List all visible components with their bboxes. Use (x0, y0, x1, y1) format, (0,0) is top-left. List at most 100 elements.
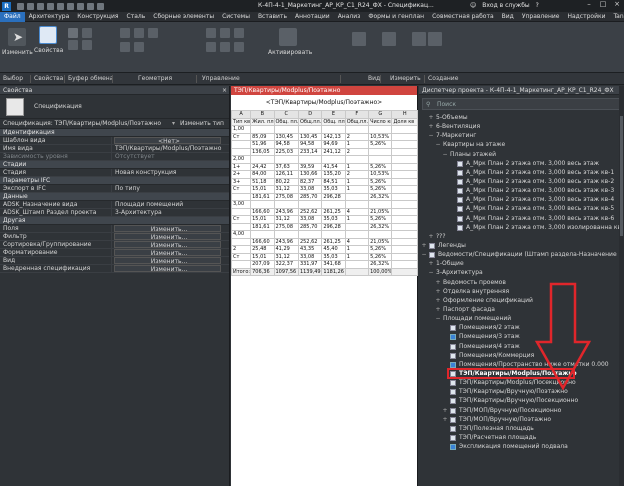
browser-item[interactable]: Помещения/2 этаж (419, 323, 624, 332)
table-cell[interactable]: 3,00 (230, 200, 252, 209)
table-cell[interactable]: Общ. пл. (273, 117, 299, 126)
table-cell[interactable] (391, 207, 418, 216)
edit-button[interactable]: Изменить... (114, 257, 221, 264)
table-cell[interactable]: 35,03 (321, 215, 346, 224)
browser-item[interactable]: ТЭП/Квартиры/Вручную/Поэтажно (419, 387, 624, 396)
table-cell[interactable] (344, 125, 370, 134)
property-value[interactable]: Новая конструкция (112, 169, 229, 176)
table-cell[interactable]: 35,03 (321, 252, 346, 261)
table-cell[interactable] (250, 125, 275, 134)
table-cell[interactable]: E (321, 110, 346, 119)
browser-item[interactable]: ТЭП/Расчетная площадь (419, 433, 624, 442)
table-cell[interactable]: 94,58 (273, 140, 299, 149)
table-cell[interactable]: 82,37 (297, 177, 323, 186)
property-group[interactable]: Стадии (0, 161, 229, 169)
expand-icon[interactable]: + (428, 122, 434, 131)
table-cell[interactable]: 1 (344, 162, 370, 171)
tab-12[interactable]: Управление (518, 12, 564, 22)
table-cell[interactable]: 5,26% (368, 185, 393, 194)
table-cell[interactable]: 2 (344, 147, 370, 156)
browser-item[interactable]: А_Мрк План 2 этажа отм. 3,000 весь этаж … (419, 186, 624, 195)
properties-button[interactable]: Свойства (34, 26, 63, 54)
property-group[interactable]: Данные (0, 193, 229, 201)
table-cell[interactable] (321, 125, 346, 134)
table-cell[interactable]: 31,12 (273, 215, 299, 224)
table-cell[interactable]: 181,61 (250, 192, 275, 201)
create-icon[interactable] (412, 32, 426, 46)
expand-icon[interactable]: + (435, 287, 441, 296)
browser-scrollbar[interactable] (619, 86, 624, 486)
table-cell[interactable]: 136,05 (250, 147, 275, 156)
table-cell[interactable] (391, 125, 418, 134)
table-cell[interactable]: C (273, 110, 299, 119)
table-cell[interactable] (321, 200, 346, 209)
table-cell[interactable]: 2+ (230, 170, 252, 179)
table-cell[interactable] (321, 155, 346, 164)
property-value[interactable]: Площади помещений (112, 201, 229, 208)
table-cell[interactable]: 1 (344, 140, 370, 149)
cut-icon[interactable] (68, 40, 78, 50)
tab-7[interactable]: Аннотации (291, 12, 334, 22)
table-cell[interactable] (391, 237, 418, 246)
expand-icon[interactable]: + (442, 406, 448, 415)
browser-item[interactable]: + Легенды (419, 241, 624, 250)
expand-icon[interactable]: + (421, 241, 427, 250)
chevron-down-icon[interactable]: ▾ (172, 119, 175, 129)
table-cell[interactable] (297, 230, 323, 239)
move-icon[interactable] (206, 28, 216, 38)
table-cell[interactable] (230, 222, 252, 231)
browser-item[interactable]: −7-Маркетинг (419, 131, 624, 140)
tab-9[interactable]: Формы и генплан (364, 12, 428, 22)
browser-item[interactable]: + Оформление спецификаций (419, 296, 624, 305)
table-cell[interactable]: 15,01 (250, 215, 275, 224)
table-cell[interactable] (273, 230, 299, 239)
browser-item[interactable]: − Площади помещений (419, 314, 624, 323)
table-cell[interactable]: 26,32% (368, 192, 393, 201)
browser-item[interactable]: +5-Объемы (419, 113, 624, 122)
table-cell[interactable]: 1 (344, 185, 370, 194)
table-cell[interactable]: 241,12 (321, 147, 346, 156)
browser-item[interactable]: +??? (419, 232, 624, 241)
browser-item[interactable]: + Ведомость проемов (419, 278, 624, 287)
browser-item[interactable]: ТЭП/Квартиры/Modplus/Посекционно (419, 378, 624, 387)
browser-item[interactable]: Помещения/Коммерция (419, 351, 624, 360)
collapse-icon[interactable]: − (428, 268, 434, 277)
table-cell[interactable] (273, 155, 299, 164)
table-cell[interactable]: 33,08 (297, 215, 323, 224)
table-cell[interactable]: Число ква (368, 117, 393, 126)
table-cell[interactable] (391, 215, 418, 224)
table-cell[interactable]: 4,00 (230, 230, 252, 239)
browser-item[interactable]: А_Мрк План 2 этажа отм. 3,000 весь этаж … (419, 204, 624, 213)
table-cell[interactable]: 21,05% (368, 237, 393, 246)
browser-item[interactable]: + Отделка внутренняя (419, 287, 624, 296)
table-cell[interactable]: 25,48 (250, 245, 275, 254)
table-cell[interactable]: 21,05% (368, 207, 393, 216)
table-cell[interactable]: Ст (230, 215, 252, 224)
table-cell[interactable]: 31,12 (273, 252, 299, 261)
table-cell[interactable] (391, 185, 418, 194)
tab-11[interactable]: Вид (498, 12, 518, 22)
browser-item[interactable]: Помещения/4 этаж (419, 342, 624, 351)
table-cell[interactable]: 166,60 (250, 207, 275, 216)
table-cell[interactable]: 4 (344, 237, 370, 246)
browser-item[interactable]: ТЭП/Квартиры/Вручную/Посекционно (419, 396, 624, 405)
table-cell[interactable] (391, 170, 418, 179)
table-cell[interactable] (344, 267, 370, 276)
table-cell[interactable]: 41,29 (273, 245, 299, 254)
table-cell[interactable]: 85,09 (250, 132, 275, 141)
table-cell[interactable]: 2 (344, 170, 370, 179)
table-cell[interactable]: 39,59 (297, 162, 323, 171)
match-icon[interactable] (82, 40, 92, 50)
browser-item[interactable]: А_Мрк План 2 этажа отм. 3,000 весь этаж (419, 159, 624, 168)
table-cell[interactable] (344, 222, 370, 231)
table-cell[interactable]: 275,08 (273, 222, 299, 231)
table-cell[interactable] (344, 192, 370, 201)
collapse-icon[interactable]: − (442, 150, 448, 159)
table-cell[interactable] (344, 260, 370, 269)
table-cell[interactable]: 142,13 (321, 132, 346, 141)
browser-item[interactable]: +1-Общие (419, 259, 624, 268)
table-cell[interactable]: 43,35 (297, 245, 323, 254)
table-cell[interactable]: 33,08 (297, 185, 323, 194)
table-cell[interactable]: 51,96 (250, 140, 275, 149)
collapse-icon[interactable]: − (421, 250, 427, 259)
